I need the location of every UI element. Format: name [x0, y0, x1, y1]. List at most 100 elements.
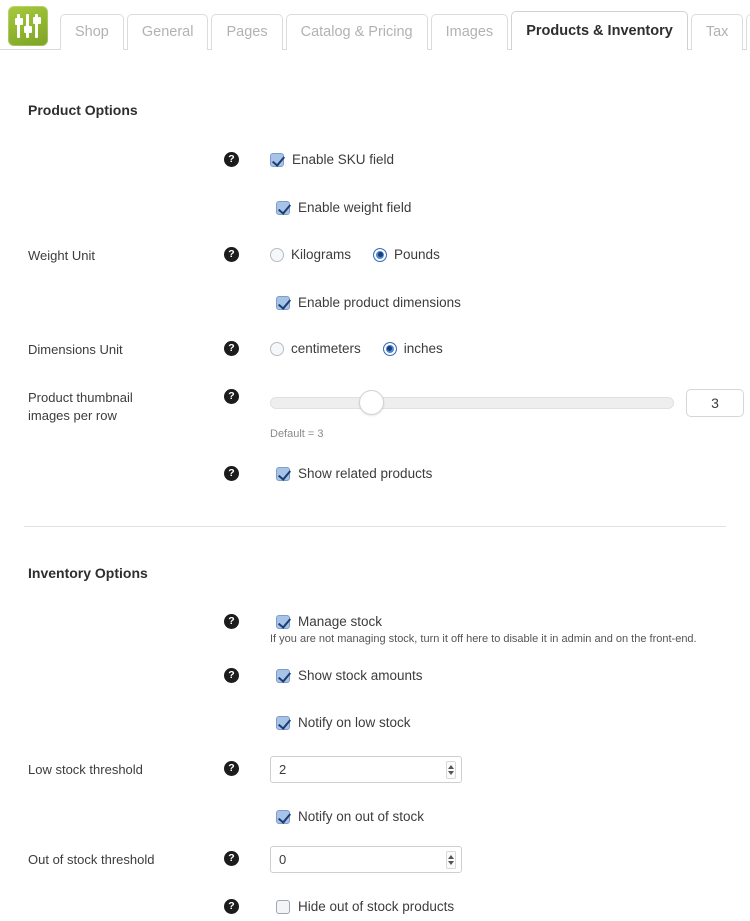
thumbnails-default-hint: Default = 3	[270, 428, 324, 440]
radio-selected-icon[interactable]	[373, 247, 388, 262]
number-stepper[interactable]	[446, 760, 456, 779]
control-hide-out-of-stock: Hide out of stock products	[270, 899, 750, 914]
thumbnails-value-input[interactable]: 3	[686, 389, 744, 417]
row-show-stock-amounts: ? Show stock amounts	[0, 668, 750, 686]
label-weight-unit: Weight Unit	[28, 248, 95, 263]
help-col: ?	[224, 247, 270, 262]
input-value: 2	[279, 762, 287, 777]
help-icon[interactable]: ?	[224, 899, 239, 914]
row-hide-out-of-stock: ? Hide out of stock products	[0, 899, 750, 917]
input-value: 0	[279, 852, 287, 867]
help-icon[interactable]: ?	[224, 851, 239, 866]
control-show-related: Show related products	[270, 466, 750, 481]
tab-tax[interactable]: Tax	[690, 13, 744, 50]
checkbox-checked-icon[interactable]	[276, 614, 290, 629]
settings-form: Product Options ? Enable SKU field Enabl…	[0, 50, 750, 917]
radio-label: centimeters	[291, 341, 361, 356]
checkbox-checked-icon[interactable]	[276, 295, 290, 310]
tab-catalog-and-pricing[interactable]: Catalog & Pricing	[285, 13, 428, 50]
number-stepper[interactable]	[446, 850, 456, 869]
checkbox-checked-icon[interactable]	[276, 668, 290, 683]
radio-label: Kilograms	[291, 247, 352, 262]
help-col: ?	[224, 389, 270, 404]
tab-general[interactable]: General	[126, 13, 209, 50]
help-icon[interactable]: ?	[224, 389, 239, 404]
slider-row: 3	[270, 389, 750, 417]
row-show-related: ? Show related products	[0, 466, 750, 484]
checkbox-label: Notify on low stock	[298, 715, 411, 730]
help-icon[interactable]: ?	[224, 761, 239, 776]
tab-shipping[interactable]: Ship	[746, 13, 750, 50]
low-stock-threshold-input[interactable]: 2	[270, 756, 462, 783]
row-out-of-stock-threshold: Out of stock threshold ? 0	[0, 846, 750, 873]
help-col: ?	[224, 668, 270, 683]
tab-products-and-inventory[interactable]: Products & Inventory	[511, 10, 688, 51]
label-low-stock-threshold: Low stock threshold	[28, 762, 143, 777]
control-notify-low-stock: Notify on low stock	[270, 715, 750, 730]
checkbox-unchecked-icon[interactable]	[276, 899, 290, 914]
radio-kilograms[interactable]: Kilograms	[270, 247, 351, 262]
checkbox-checked-icon[interactable]	[276, 200, 290, 215]
control-enable-weight: Enable weight field	[270, 200, 750, 215]
tab-images[interactable]: Images	[430, 13, 509, 50]
checkbox-notify-on-out-of-stock[interactable]: Notify on out of stock	[276, 809, 750, 824]
radio-unselected-icon[interactable]	[270, 341, 284, 356]
checkbox-checked-icon[interactable]	[276, 466, 290, 481]
checkbox-manage-stock[interactable]: Manage stock	[276, 614, 750, 629]
checkbox-enable-weight[interactable]: Enable weight field	[276, 200, 750, 215]
checkbox-notify-on-low-stock[interactable]: Notify on low stock	[276, 715, 750, 730]
radio-selected-icon[interactable]	[382, 341, 397, 356]
checkbox-label: Enable SKU field	[292, 152, 395, 167]
label-line-1: Product thumbnail	[28, 390, 133, 405]
help-icon[interactable]: ?	[224, 247, 239, 262]
radio-label: Pounds	[394, 247, 440, 262]
label-out-of-stock-threshold: Out of stock threshold	[28, 852, 155, 867]
checkbox-enable-dimensions[interactable]: Enable product dimensions	[276, 295, 750, 310]
label-thumbnails-per-row: Product thumbnail images per row	[0, 389, 224, 425]
tab-shop[interactable]: Shop	[60, 13, 124, 50]
checkbox-checked-icon[interactable]	[270, 152, 284, 167]
slider-handle[interactable]	[359, 390, 384, 415]
control-thumbnails-per-row: 3 Default = 3	[270, 389, 750, 440]
sliders-icon	[8, 6, 48, 46]
label-dimensions-unit: Dimensions Unit	[28, 342, 123, 357]
radio-inches[interactable]: inches	[382, 341, 443, 356]
control-dimensions-unit: centimeters inches	[270, 341, 750, 356]
control-weight-unit: Kilograms Pounds	[270, 247, 750, 262]
row-manage-stock: ? Manage stock If you are not managing s…	[0, 614, 750, 645]
control-enable-dimensions: Enable product dimensions	[270, 295, 750, 310]
row-low-stock-threshold: Low stock threshold ? 2	[0, 756, 750, 783]
help-col: ?	[224, 341, 270, 356]
radio-group-weight-unit: Kilograms Pounds	[270, 247, 750, 262]
product-options-heading: Product Options	[28, 102, 138, 118]
checkbox-show-stock-amounts[interactable]: Show stock amounts	[276, 668, 750, 683]
row-thumbnails-per-row: Product thumbnail images per row ? 3 Def…	[0, 389, 750, 440]
help-icon[interactable]: ?	[224, 668, 239, 683]
row-dimensions-unit: Dimensions Unit ? centimeters inches	[0, 341, 750, 359]
radio-centimeters[interactable]: centimeters	[270, 341, 361, 356]
thumbnails-slider-track[interactable]	[270, 390, 674, 415]
help-col: ?	[224, 761, 270, 776]
out-of-stock-threshold-input[interactable]: 0	[270, 846, 462, 873]
checkbox-hide-out-of-stock-products[interactable]: Hide out of stock products	[276, 899, 750, 914]
radio-group-dimensions-unit: centimeters inches	[270, 341, 750, 356]
help-icon[interactable]: ?	[224, 152, 239, 167]
row-enable-weight: Enable weight field	[0, 200, 750, 218]
row-weight-unit: Weight Unit ? Kilograms Pounds	[0, 247, 750, 265]
label-line-2: images per row	[28, 408, 117, 423]
checkbox-label: Show stock amounts	[298, 668, 423, 683]
row-notify-low-stock: Notify on low stock	[0, 715, 750, 733]
help-icon[interactable]: ?	[224, 466, 239, 481]
help-icon[interactable]: ?	[224, 341, 239, 356]
help-icon[interactable]: ?	[224, 614, 239, 629]
tab-pages[interactable]: Pages	[211, 13, 283, 50]
checkbox-checked-icon[interactable]	[276, 809, 290, 824]
radio-pounds[interactable]: Pounds	[373, 247, 440, 262]
checkbox-enable-sku[interactable]: Enable SKU field	[270, 152, 750, 167]
checkbox-checked-icon[interactable]	[276, 715, 290, 730]
help-col: ?	[224, 152, 270, 167]
control-low-stock-threshold: 2	[270, 756, 750, 783]
control-notify-out-of-stock: Notify on out of stock	[270, 809, 750, 824]
radio-unselected-icon[interactable]	[270, 247, 284, 262]
checkbox-show-related-products[interactable]: Show related products	[276, 466, 750, 481]
